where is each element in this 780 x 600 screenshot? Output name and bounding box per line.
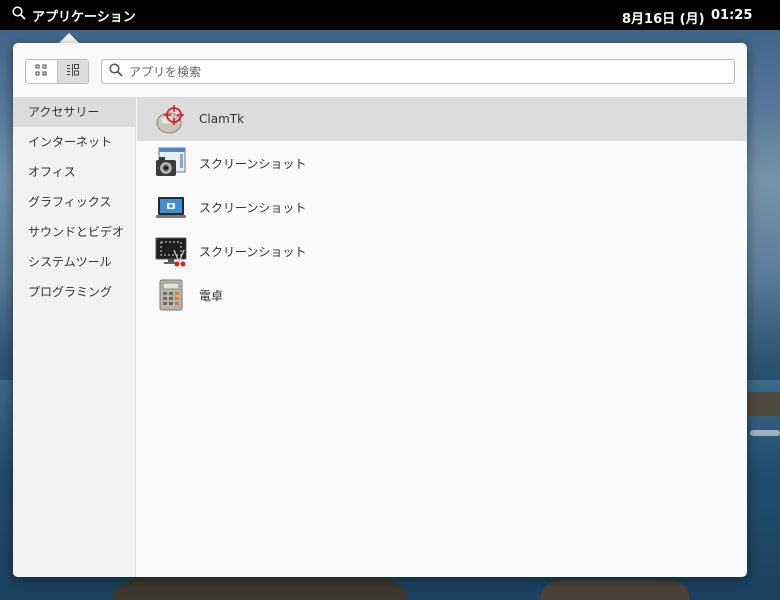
grid-view-button[interactable] — [26, 60, 57, 83]
app-search-box — [101, 59, 735, 84]
category-programming[interactable]: プログラミング — [13, 277, 135, 307]
category-internet[interactable]: インターネット — [13, 127, 135, 157]
category-office[interactable]: オフィス — [13, 157, 135, 187]
category-view-button[interactable] — [56, 60, 88, 83]
app-item-screenshot-1[interactable]: スクリーンショット — [137, 141, 747, 185]
category-sidebar: アクセサリー インターネット オフィス グラフィックス サウンドとビデオ システ… — [13, 97, 136, 577]
category-system-tools[interactable]: システムツール — [13, 247, 135, 277]
app-item-calculator[interactable]: 電卓 — [137, 273, 747, 317]
search-icon — [102, 62, 129, 81]
screenshot-monitor-icon — [154, 234, 188, 268]
app-label: スクリーンショット — [199, 244, 307, 259]
wallpaper-rock-bottom — [110, 578, 410, 600]
app-item-screenshot-3[interactable]: スクリーンショット — [137, 229, 747, 273]
category-list-icon — [66, 62, 80, 81]
wallpaper-rock — [742, 392, 780, 416]
app-label: ClamTk — [199, 112, 245, 126]
search-icon — [12, 6, 32, 24]
category-sound-video[interactable]: サウンドとビデオ — [13, 217, 135, 247]
app-item-clamtk[interactable]: ClamTk — [137, 97, 747, 141]
app-label: スクリーンショット — [199, 200, 307, 215]
app-search-input[interactable] — [129, 64, 709, 79]
screenshot-camera-icon — [154, 146, 188, 180]
application-launcher: アクセサリー インターネット オフィス グラフィックス サウンドとビデオ システ… — [13, 43, 747, 577]
panel-date[interactable]: 8月16日 (月) — [622, 8, 705, 27]
app-item-screenshot-2[interactable]: スクリーンショット — [137, 185, 747, 229]
wallpaper-foam — [750, 430, 780, 436]
launcher-toolbar — [13, 43, 747, 97]
category-accessories[interactable]: アクセサリー — [13, 97, 135, 127]
wallpaper-rock-bottom-2 — [540, 580, 690, 600]
top-panel: アプリケーション 8月16日 (月) 01:25 — [0, 0, 780, 30]
app-label: スクリーンショット — [199, 156, 307, 171]
calculator-icon — [154, 278, 188, 312]
applications-menu-button[interactable]: アプリケーション — [12, 6, 136, 25]
popover-pointer — [59, 33, 79, 43]
panel-clock[interactable]: 01:25 — [711, 8, 752, 23]
clamtk-icon — [154, 102, 188, 136]
screenshot-laptop-icon — [154, 190, 188, 224]
category-graphics[interactable]: グラフィックス — [13, 187, 135, 217]
view-mode-switch — [25, 59, 89, 84]
applications-menu-label: アプリケーション — [32, 9, 136, 25]
app-list: ClamTk スクリーンショット スクリーンショット スクリーンショット 電卓 — [137, 97, 747, 577]
app-label: 電卓 — [199, 288, 224, 303]
grid-icon — [34, 62, 48, 81]
